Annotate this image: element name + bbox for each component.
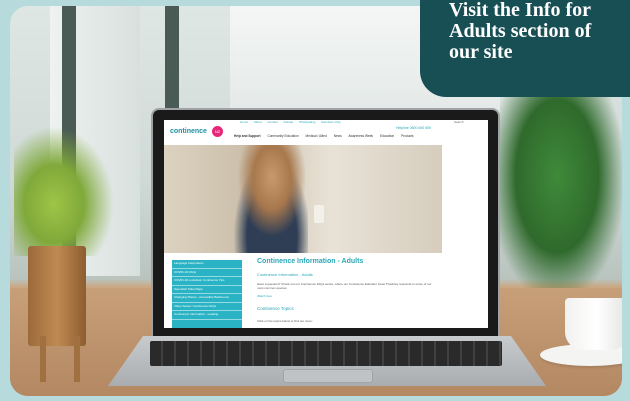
- laptop-trackpad: [283, 369, 373, 383]
- sidebar-item-changing-places[interactable]: Changing Places - Accessible Bathrooms: [172, 294, 242, 303]
- sidebar-item-leaking[interactable]: Continence Information - Leaking: [172, 311, 242, 320]
- helpline-number[interactable]: Helpline 0800 650 659: [396, 126, 431, 130]
- nav-community-education[interactable]: Community Education: [267, 134, 298, 138]
- search-link[interactable]: Search: [454, 120, 464, 124]
- top-links: Home About Contact Donate Wholesaling Me…: [240, 120, 400, 126]
- nav-products[interactable]: Products: [401, 134, 414, 138]
- pot-leg: [74, 336, 80, 382]
- page-title: Continence Information - Adults: [257, 258, 364, 265]
- nav-medical-allied[interactable]: Medical / Allied: [306, 134, 327, 138]
- sidebar-item-covid-faqs[interactable]: COVID-19 FAQs: [172, 269, 242, 277]
- sidebar-item-language[interactable]: Language Interpreters: [172, 260, 242, 269]
- topics-heading: Continence Topics: [257, 306, 294, 311]
- topics-note: Click on the topics below to find out mo…: [257, 319, 313, 323]
- logo-nz-badge: NZ: [212, 126, 223, 137]
- potted-plant: [14, 126, 114, 256]
- top-link-wholesaling[interactable]: Wholesaling: [299, 120, 315, 124]
- background-plants: [492, 96, 622, 296]
- page-subtitle: Continence Information - Adults: [257, 272, 313, 277]
- watch-here-link[interactable]: Watch here: [257, 294, 272, 298]
- top-link-members[interactable]: Members Only: [321, 120, 341, 124]
- laptop-keyboard: [150, 341, 502, 366]
- top-link-home[interactable]: Home: [240, 120, 248, 124]
- sidebar-item-toilet-maps[interactable]: Specialist Toilet Maps: [172, 286, 242, 294]
- top-link-about[interactable]: About: [254, 120, 262, 124]
- site-logo[interactable]: continence: [170, 128, 207, 135]
- coffee-cup: [565, 298, 622, 350]
- hero-image: [164, 145, 442, 253]
- sidebar-menu: Language Interpreters COVID-19 FAQs COVI…: [172, 260, 242, 328]
- nav-help-support[interactable]: Help and Support: [234, 134, 261, 138]
- main-nav: Help and Support Community Education Med…: [234, 134, 484, 140]
- nav-news[interactable]: News: [334, 134, 342, 138]
- hero-cup: [314, 205, 324, 223]
- intro-paragraph: Have a question? Check out our Continenc…: [257, 282, 432, 290]
- plant-pot: [28, 246, 86, 346]
- top-link-contact[interactable]: Contact: [267, 120, 277, 124]
- top-link-donate[interactable]: Donate: [284, 120, 294, 124]
- nav-awareness-week[interactable]: Awareness Week: [348, 134, 373, 138]
- sidebar-item-video-series[interactable]: Video Series: Continence FAQs: [172, 303, 242, 311]
- hero-woman: [228, 145, 308, 253]
- nav-education[interactable]: Education: [380, 134, 394, 138]
- website-screenshot: Home About Contact Donate Wholesaling Me…: [164, 120, 488, 328]
- sidebar-item-covid-tips[interactable]: COVID-19 Lockdown Continence Tips: [172, 277, 242, 286]
- banner-text: Visit the Info for Adults section of our…: [449, 0, 592, 63]
- pot-leg: [40, 336, 46, 382]
